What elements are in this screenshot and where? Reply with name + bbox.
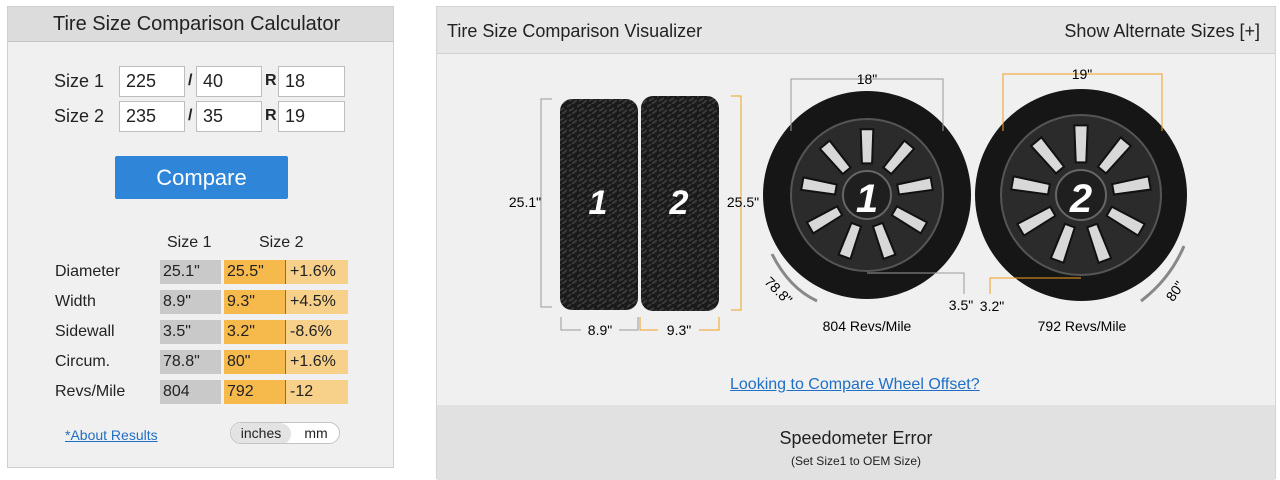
size2-rim-input[interactable]: [278, 101, 345, 132]
results-size1-value: 804: [160, 380, 221, 404]
results-size1-value: 3.5": [160, 320, 221, 344]
size2-aspect-input[interactable]: [196, 101, 262, 132]
tire1-diameter-label: 25.1": [509, 194, 541, 210]
size1-row: Size 1 / R: [8, 66, 393, 98]
results-row-label: Circum.: [55, 353, 111, 370]
size2-slash: /: [188, 107, 193, 124]
size2-rim-prefix: R: [265, 107, 277, 124]
tire2-rim-label: 19": [1072, 66, 1093, 82]
units-mm-option[interactable]: mm: [293, 423, 339, 443]
size1-aspect-input[interactable]: [196, 66, 262, 97]
tire1-front-number: 1: [856, 177, 878, 221]
results-size1-value: 25.1": [160, 260, 221, 284]
units-toggle[interactable]: inches mm: [230, 422, 340, 444]
size2-width-input[interactable]: [119, 101, 185, 132]
size1-width-input[interactable]: [119, 66, 185, 97]
results-size2-value: 792: [224, 380, 285, 404]
results-row: Sidewall 3.5" 3.2" -8.6%: [8, 320, 393, 344]
results-diff-value: +4.5%: [285, 290, 348, 314]
units-inches-option[interactable]: inches: [231, 423, 291, 443]
results-row-label: Sidewall: [55, 323, 115, 340]
results-row: Revs/Mile 804 792 -12: [8, 380, 393, 404]
calculator-panel: Tire Size Comparison Calculator Size 1 /…: [7, 6, 394, 468]
wheel-offset-link[interactable]: Looking to Compare Wheel Offset?: [730, 376, 980, 394]
tire1-width-label: 8.9": [588, 322, 612, 338]
results-size2-value: 25.5": [224, 260, 285, 284]
tire2-diameter-label: 25.5": [727, 194, 759, 210]
results-diff-value: +1.6%: [285, 350, 348, 374]
results-row-label: Diameter: [55, 263, 120, 280]
results-diff-value: -8.6%: [285, 320, 348, 344]
tire2-side-view: 2: [641, 96, 719, 311]
results-size2-value: 80": [224, 350, 285, 374]
tire2-front-number: 2: [1069, 177, 1092, 221]
results-row: Diameter 25.1" 25.5" +1.6%: [8, 260, 393, 284]
visualizer-panel: Tire Size Comparison Visualizer Show Alt…: [436, 6, 1276, 480]
compare-button[interactable]: Compare: [115, 156, 288, 199]
tire2-width-label: 9.3": [667, 322, 691, 338]
visualizer-title: Tire Size Comparison Visualizer: [447, 21, 703, 41]
size1-slash: /: [188, 72, 193, 89]
results-row-label: Width: [55, 293, 96, 310]
results-row: Width 8.9" 9.3" +4.5%: [8, 290, 393, 314]
tire1-side-view: 1: [560, 99, 638, 310]
tire1-front-view: 1: [763, 91, 971, 299]
speedometer-error-section: Speedometer Error (Set Size1 to OEM Size…: [437, 405, 1275, 480]
tire2-front-view: 2: [975, 89, 1187, 301]
results-size1-value: 8.9": [160, 290, 221, 314]
tire1-sidewall-label: 3.5": [949, 297, 973, 313]
results-col-size1: Size 1: [167, 234, 212, 251]
results-diff-value: +1.6%: [285, 260, 348, 284]
results-size2-value: 3.2": [224, 320, 285, 344]
results-size2-value: 9.3": [224, 290, 285, 314]
results-row: Circum. 78.8" 80" +1.6%: [8, 350, 393, 374]
tire2-revs-label: 792 Revs/Mile: [1038, 318, 1127, 334]
size2-row: Size 2 / R: [8, 101, 393, 133]
size1-label: Size 1: [54, 71, 105, 91]
tire-comparison-graphic: 1 2 25.1" 25.5" 8.9" 9.3" 1 2 18" 19" 3.…: [509, 66, 1187, 338]
size1-rim-input[interactable]: [278, 66, 345, 97]
spoke-icon: [1073, 124, 1089, 164]
speedometer-subtitle: (Set Size1 to OEM Size): [790, 454, 922, 468]
show-alternate-sizes-link[interactable]: Show Alternate Sizes [+]: [1064, 21, 1260, 42]
size2-label: Size 2: [54, 106, 105, 126]
results-diff-value: -12: [285, 380, 348, 404]
about-results-link[interactable]: *About Results: [65, 427, 158, 443]
tire1-revs-label: 804 Revs/Mile: [823, 318, 912, 334]
tire1-diameter-line: [540, 98, 552, 308]
results-size1-value: 78.8": [160, 350, 221, 374]
tire2-sidewall-label: 3.2": [980, 298, 1004, 314]
tire2-circum-label: 80": [1162, 278, 1187, 304]
spoke-icon: [859, 128, 875, 165]
speedometer-title: Speedometer Error: [779, 428, 933, 448]
results-row-label: Revs/Mile: [55, 383, 126, 400]
results-col-size2: Size 2: [259, 234, 304, 251]
size1-rim-prefix: R: [265, 72, 277, 89]
tire2-side-number: 2: [669, 184, 689, 222]
calculator-title: Tire Size Comparison Calculator: [8, 7, 393, 42]
visualizer-header: Tire Size Comparison Visualizer Show Alt…: [437, 7, 1275, 54]
tire1-side-number: 1: [589, 184, 608, 222]
tire1-circum-label: 78.8": [761, 273, 795, 307]
tire1-rim-label: 18": [857, 71, 878, 87]
